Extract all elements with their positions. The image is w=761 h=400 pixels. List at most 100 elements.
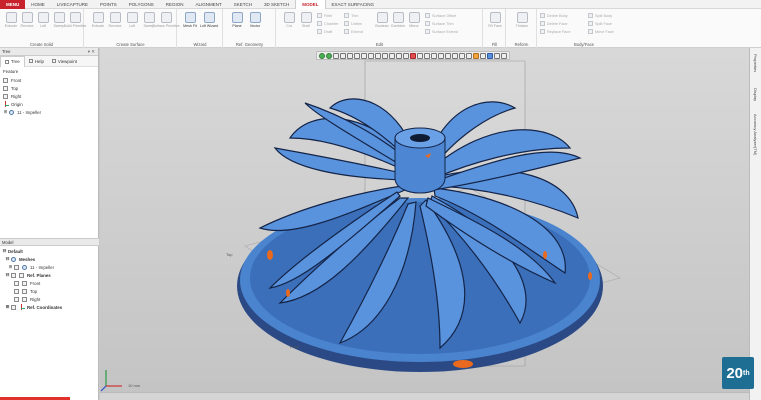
surface-extend-button[interactable]: Surface Extend [425, 28, 458, 35]
mesh-icon [9, 109, 14, 115]
vector-icon [249, 12, 261, 23]
ref-plane-top[interactable]: Top [2, 287, 97, 295]
model-ref-coordinates[interactable]: ⊞ Ref. Coordinates [2, 303, 97, 311]
mesh-icon [22, 264, 27, 270]
ref-plane-right[interactable]: Right [2, 295, 97, 303]
split-face-icon [588, 21, 593, 26]
tab-properties[interactable]: Properties [753, 54, 758, 72]
surface-offset-button[interactable]: Surface Offset [425, 12, 456, 19]
tree-item-top[interactable]: Top [3, 84, 98, 92]
tab-help[interactable]: Help [25, 56, 48, 67]
draft-button[interactable]: Draft [317, 28, 332, 35]
3d-viewport[interactable]: Top Front 10 mm [100, 48, 749, 392]
vector-button[interactable]: Vector [246, 12, 264, 38]
tree-item-impeller[interactable]: ⊞ 11 - Impeller [3, 108, 98, 116]
collapse-icon[interactable]: ⊟ [2, 248, 7, 254]
panel-pin-close-icon[interactable]: ▾ ✕ [88, 48, 95, 56]
surface-extrude-button[interactable]: Extrude [89, 12, 107, 38]
model-root[interactable]: ⊟ Default [2, 247, 97, 255]
mirror-button[interactable]: Mirror [405, 12, 423, 38]
surface-trim-button[interactable]: Surface Trim [425, 20, 454, 27]
visibility-checkbox[interactable] [11, 272, 16, 278]
group-label-fill: Fill [491, 42, 498, 47]
split-body-button[interactable]: Split Body [588, 12, 612, 19]
ref-plane-front[interactable]: Front [2, 279, 97, 287]
plane-button[interactable]: Plane [228, 12, 246, 38]
untrim-button[interactable]: Untrim [344, 20, 362, 27]
trim-icon [344, 13, 349, 18]
panel-title: Tree ▾ ✕ [0, 48, 98, 56]
model-ref-planes[interactable]: ⊟ Ref. Planes [2, 271, 97, 279]
loft-wizard-button[interactable]: Loft Wizard [200, 12, 218, 38]
delete-face-button[interactable]: Delete Face [540, 20, 567, 27]
chamfer-button[interactable]: Chamfer [317, 20, 339, 27]
visibility-checkbox[interactable] [11, 304, 16, 310]
menu-points[interactable]: POINTS [94, 0, 123, 9]
move-face-icon [588, 29, 593, 34]
delete-body-button[interactable]: Delete Body [540, 12, 568, 19]
mesh-fit-icon [184, 12, 196, 23]
tab-viewpoint[interactable]: Viewpoint [48, 56, 81, 67]
menu-model[interactable]: MODEL [295, 0, 326, 9]
trim-button[interactable]: Trim [344, 12, 358, 19]
primitive-icon [69, 12, 81, 23]
plane-icon [3, 85, 8, 91]
tab-accuracy-analyzer[interactable]: Accuracy Analyzer(TM) [753, 114, 758, 155]
menu-exact-surfacing[interactable]: EXACT SURFACING [326, 0, 380, 9]
visibility-checkbox[interactable] [14, 296, 19, 302]
menu-sketch[interactable]: SKETCH [228, 0, 258, 9]
expand-icon[interactable]: ⊞ [3, 109, 8, 115]
mirror-icon [408, 12, 420, 23]
ribbon-group-create-solid: Extrude Revolve Loft Sweep Solid Primiti… [0, 9, 86, 48]
replace-face-button[interactable]: Replace Face [540, 28, 570, 35]
feature-tree: Front Top Right Origin ⊞ 11 - Impeller [0, 76, 98, 116]
impeller-model[interactable] [100, 48, 749, 392]
surface-revolve-button[interactable]: Revolve [106, 12, 124, 38]
extend-button[interactable]: Extend [344, 28, 363, 35]
thicken-button[interactable]: Thicken [513, 12, 531, 38]
expand-icon[interactable]: ⊞ [5, 304, 10, 310]
solid-primitive-button[interactable]: Solid Primitive [64, 12, 86, 38]
menu-alignment[interactable]: ALIGNMENT [189, 0, 227, 9]
menu-region[interactable]: REGION [160, 0, 190, 9]
shell-button[interactable]: Shell [297, 12, 315, 38]
deviation-spot [267, 250, 273, 260]
chamfer-icon [317, 21, 322, 26]
help-icon [28, 59, 33, 63]
cut-button[interactable]: Cut [280, 12, 298, 38]
visibility-checkbox[interactable] [14, 280, 19, 286]
visibility-checkbox[interactable] [14, 288, 19, 294]
plane-icon [22, 288, 27, 294]
revolve-icon [109, 12, 121, 23]
tab-tree[interactable]: Tree [0, 55, 25, 67]
model-mesh-impeller[interactable]: ⊞ 11 - Impeller [2, 263, 97, 271]
model-meshes[interactable]: ⊟ Meshes [2, 255, 97, 263]
coordinate-icon [19, 304, 25, 310]
mesh-fit-button[interactable]: Mesh Fit [181, 12, 199, 38]
fillet-button[interactable]: Fillet [317, 12, 332, 19]
ribbon-group-edit: Cut Shell Fillet Chamfer Draft Trim Untr… [277, 9, 483, 48]
collapse-icon[interactable]: ⊟ [5, 272, 10, 278]
surface-loft-button[interactable]: Loft [123, 12, 141, 38]
extrude-icon [5, 12, 17, 23]
expand-icon[interactable]: ⊞ [8, 264, 13, 270]
menu-polygons[interactable]: POLYGONS [123, 0, 160, 9]
tree-item-front[interactable]: Front [3, 76, 98, 84]
left-panel: Tree ▾ ✕ Tree Help Viewpoint Feature Fro… [0, 48, 99, 400]
menu-livecapture[interactable]: LIVECAPTURE [51, 0, 94, 9]
collapse-icon[interactable]: ⊟ [5, 256, 10, 262]
menu-3d-sketch[interactable]: 3D SKETCH [258, 0, 295, 9]
move-face-button[interactable]: Move Face [588, 28, 614, 35]
menu-home[interactable]: HOME [25, 0, 51, 9]
tree-item-right[interactable]: Right [3, 92, 98, 100]
thicken-icon [516, 12, 528, 23]
visibility-checkbox[interactable] [14, 264, 19, 270]
split-face-button[interactable]: Split Face [588, 20, 612, 27]
surface-primitive-button[interactable]: Surface Primitive [152, 12, 180, 38]
fill-face-button[interactable]: Fill Face [486, 12, 504, 38]
surface-offset-icon [425, 13, 430, 18]
group-label-ref-geometry: Ref. Geometry [235, 42, 264, 47]
tab-display[interactable]: Display [753, 88, 758, 101]
menu-file[interactable]: MENU [0, 0, 26, 9]
tree-item-origin[interactable]: Origin [3, 100, 98, 108]
